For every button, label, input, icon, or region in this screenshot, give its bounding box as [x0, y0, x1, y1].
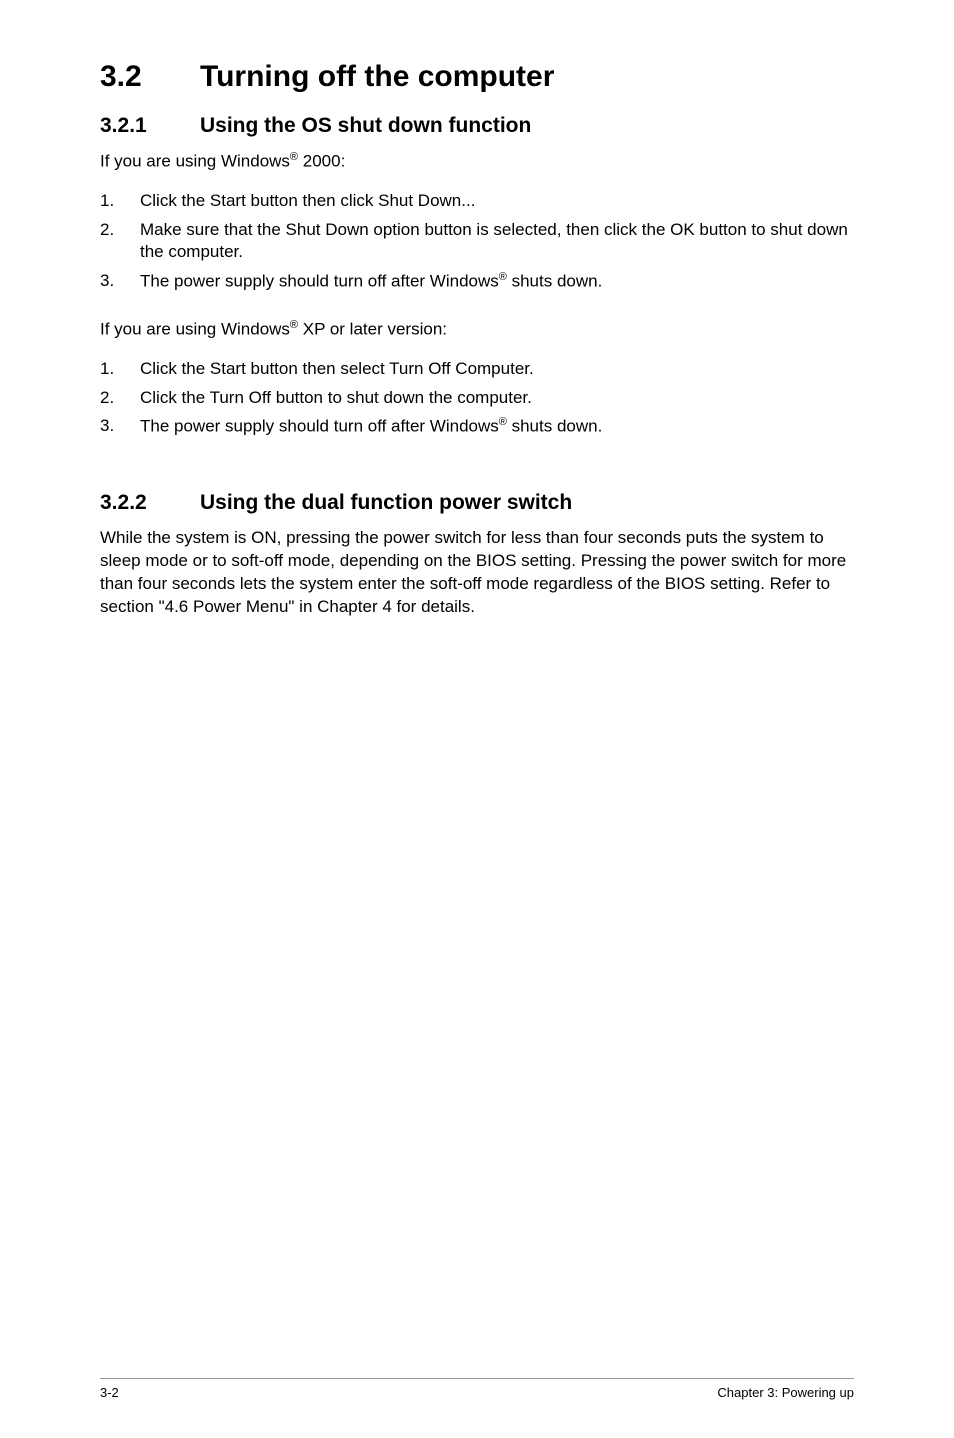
list-item: 2. Click the Turn Off button to shut dow…	[100, 387, 854, 410]
list-number: 3.	[100, 415, 124, 439]
list-text: Click the Turn Off button to shut down t…	[140, 387, 854, 410]
registered-mark: ®	[290, 151, 298, 163]
intro-text-1: If you are using Windows® 2000:	[100, 150, 854, 174]
list-text: Click the Start button then select Turn …	[140, 358, 854, 381]
subsection-title-text-1: Using the OS shut down function	[200, 114, 531, 138]
intro-text-1-post: 2000:	[298, 152, 345, 171]
intro-text-2: If you are using Windows® XP or later ve…	[100, 318, 854, 342]
list-text: The power supply should turn off after W…	[140, 270, 854, 294]
paragraph-sub2: While the system is ON, pressing the pow…	[100, 527, 854, 619]
list-text-pre: The power supply should turn off after W…	[140, 417, 499, 436]
list-item: 3. The power supply should turn off afte…	[100, 270, 854, 294]
list-text-post: shuts down.	[507, 417, 602, 436]
list-number: 2.	[100, 387, 124, 410]
list-block-2: 1. Click the Start button then select Tu…	[100, 358, 854, 439]
list-number: 1.	[100, 190, 124, 213]
list-text-post: shuts down.	[507, 272, 602, 291]
list-block-1: 1. Click the Start button then click Shu…	[100, 190, 854, 294]
list-number: 1.	[100, 358, 124, 381]
page-footer: 3-2 Chapter 3: Powering up	[100, 1378, 854, 1400]
intro-text-2-pre: If you are using Windows	[100, 320, 290, 339]
list-text: Click the Start button then click Shut D…	[140, 190, 854, 213]
list-number: 3.	[100, 270, 124, 294]
subsection-number-2: 3.2.2	[100, 491, 170, 515]
list-item: 1. Click the Start button then click Shu…	[100, 190, 854, 213]
intro-text-2-post: XP or later version:	[298, 320, 447, 339]
registered-mark: ®	[499, 271, 507, 283]
subsection-title-text-2: Using the dual function power switch	[200, 491, 572, 515]
list-number: 2.	[100, 219, 124, 265]
section-number: 3.2	[100, 60, 170, 94]
registered-mark: ®	[499, 416, 507, 428]
list-text: Make sure that the Shut Down option butt…	[140, 219, 854, 265]
chapter-label: Chapter 3: Powering up	[717, 1385, 854, 1400]
list-item: 2. Make sure that the Shut Down option b…	[100, 219, 854, 265]
list-item: 1. Click the Start button then select Tu…	[100, 358, 854, 381]
subsection-number-1: 3.2.1	[100, 114, 170, 138]
list-text-pre: The power supply should turn off after W…	[140, 272, 499, 291]
section-title-text: Turning off the computer	[200, 60, 554, 94]
subsection-title-2: 3.2.2 Using the dual function power swit…	[100, 491, 854, 515]
section-title: 3.2 Turning off the computer	[100, 60, 854, 94]
intro-text-1-pre: If you are using Windows	[100, 152, 290, 171]
page-number: 3-2	[100, 1385, 119, 1400]
subsection-title-1: 3.2.1 Using the OS shut down function	[100, 114, 854, 138]
registered-mark: ®	[290, 319, 298, 331]
list-item: 3. The power supply should turn off afte…	[100, 415, 854, 439]
list-text: The power supply should turn off after W…	[140, 415, 854, 439]
